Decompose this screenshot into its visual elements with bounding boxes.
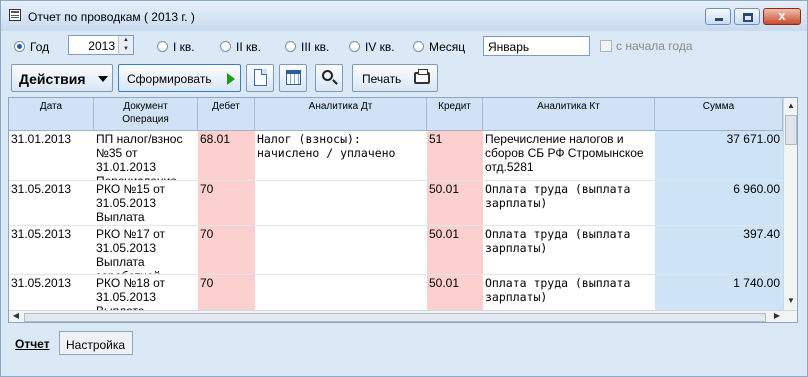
cell-sum: 1 740.00 bbox=[655, 275, 783, 310]
radio-q1-label[interactable]: I кв. bbox=[173, 40, 195, 54]
window-title: Отчет по проводкам ( 2013 г. ) bbox=[28, 10, 195, 24]
tab-settings[interactable]: Настройка bbox=[59, 331, 133, 355]
col-analytics-kt[interactable]: Аналитика Кт bbox=[483, 98, 655, 130]
cell-sum: 37 671.00 bbox=[655, 131, 783, 180]
radio-q4-label[interactable]: IV кв. bbox=[365, 40, 395, 54]
calendar-icon bbox=[286, 70, 301, 85]
cell-debit: 68.01 bbox=[198, 131, 255, 180]
printer-icon bbox=[414, 69, 430, 84]
radio-q4[interactable] bbox=[349, 41, 360, 52]
cell-debit: 70 bbox=[198, 226, 255, 274]
cell-analytics-dt bbox=[255, 181, 427, 225]
cell-date: 31.05.2013 bbox=[11, 276, 72, 290]
radio-month-label[interactable]: Месяц bbox=[429, 40, 465, 54]
cell-analytics-dt bbox=[255, 226, 427, 274]
close-icon: x bbox=[778, 8, 786, 23]
scroll-down-icon[interactable]: ▼ bbox=[784, 294, 797, 308]
actions-dropdown[interactable]: Действия bbox=[11, 64, 113, 92]
radio-q1[interactable] bbox=[157, 41, 168, 52]
col-analytics-dt[interactable]: Аналитика Дт bbox=[255, 98, 427, 130]
vertical-scroll-thumb[interactable] bbox=[785, 115, 797, 145]
minimize-button[interactable] bbox=[705, 8, 731, 25]
year-value: 2013 bbox=[88, 39, 115, 53]
horizontal-scroll-thumb[interactable] bbox=[24, 313, 766, 322]
cell-document: ПП налог/взнос №35 от 31.01.2013 Перечис… bbox=[96, 132, 183, 180]
cell-analytics-kt: Оплата труда (выплата зарплаты) bbox=[485, 182, 631, 210]
period-filter-bar: Год 2013 ▲ ▼ I кв. II кв. III кв. IV кв.… bbox=[1, 31, 807, 61]
cell-credit: 50.01 bbox=[427, 226, 483, 274]
cell-debit: 70 bbox=[198, 181, 255, 225]
cell-sum: 6 960.00 bbox=[655, 181, 783, 225]
app-icon bbox=[9, 9, 21, 21]
table-header: Дата Документ Операция Дебет Аналитика Д… bbox=[9, 98, 783, 131]
title-bar: Отчет по проводкам ( 2013 г. ) x bbox=[1, 1, 807, 31]
horizontal-scrollbar[interactable]: ◀ ▶ bbox=[9, 310, 797, 322]
actions-label: Действия bbox=[19, 71, 86, 87]
calendar-button[interactable] bbox=[279, 64, 307, 92]
col-date[interactable]: Дата bbox=[9, 98, 94, 130]
print-button[interactable]: Печать bbox=[352, 64, 438, 92]
radio-q2-label[interactable]: II кв. bbox=[236, 40, 261, 54]
from-start-checkbox[interactable] bbox=[600, 40, 612, 52]
cell-analytics-dt: Налог (взносы): начислено / уплачено bbox=[257, 132, 396, 160]
col-credit[interactable]: Кредит bbox=[427, 98, 483, 130]
close-button[interactable]: x bbox=[763, 8, 801, 25]
radio-year[interactable] bbox=[14, 41, 25, 52]
print-label: Печать bbox=[362, 72, 402, 86]
generate-button[interactable]: Сформировать bbox=[118, 64, 241, 92]
radio-q3-label[interactable]: III кв. bbox=[301, 40, 329, 54]
year-up-arrow-icon[interactable]: ▲ bbox=[118, 36, 133, 45]
table-row[interactable]: 31.01.2013 ПП налог/взнос №35 от 31.01.2… bbox=[9, 131, 783, 181]
year-stepper[interactable]: 2013 ▲ ▼ bbox=[68, 35, 134, 55]
cell-sum: 397.40 bbox=[655, 226, 783, 274]
year-down-arrow-icon[interactable]: ▼ bbox=[118, 45, 133, 54]
radio-q2[interactable] bbox=[220, 41, 231, 52]
toolbar: Действия Сформировать Печать bbox=[9, 64, 799, 94]
cell-document: РКО №18 от 31.05.2013 Выплата bbox=[96, 276, 165, 310]
cell-analytics-dt bbox=[255, 275, 427, 310]
chevron-down-icon bbox=[98, 76, 108, 82]
cell-analytics-kt: Оплата труда (выплата зарплаты) bbox=[485, 227, 631, 255]
vertical-scrollbar[interactable]: ▲ ▼ bbox=[783, 98, 797, 310]
cell-date: 31.05.2013 bbox=[11, 227, 72, 241]
month-field[interactable]: Январь bbox=[483, 36, 590, 56]
table-row[interactable]: 31.05.2013 РКО №17 от 31.05.2013 Выплата… bbox=[9, 226, 783, 275]
col-document[interactable]: Документ Операция bbox=[94, 98, 198, 130]
cell-date: 31.01.2013 bbox=[11, 132, 72, 146]
new-document-button[interactable] bbox=[246, 64, 274, 92]
search-button[interactable] bbox=[315, 64, 343, 92]
cell-document: РКО №17 от 31.05.2013 Выплата заработной bbox=[96, 227, 165, 274]
radio-year-label[interactable]: Год bbox=[30, 40, 49, 54]
scroll-up-icon[interactable]: ▲ bbox=[784, 99, 797, 113]
tab-report[interactable]: Отчет bbox=[9, 331, 57, 355]
report-window: Отчет по проводкам ( 2013 г. ) x Год 201… bbox=[0, 0, 808, 377]
cell-analytics-kt: Оплата труда (выплата зарплаты) bbox=[485, 276, 631, 304]
cell-date: 31.05.2013 bbox=[11, 182, 72, 196]
radio-month[interactable] bbox=[413, 41, 424, 52]
bottom-tabs: Отчет Настройка bbox=[1, 327, 807, 357]
search-icon bbox=[322, 70, 333, 81]
postings-table: Дата Документ Операция Дебет Аналитика Д… bbox=[8, 97, 798, 323]
scroll-left-icon[interactable]: ◀ bbox=[9, 310, 23, 322]
scroll-right-icon[interactable]: ▶ bbox=[770, 310, 784, 322]
col-debit[interactable]: Дебет bbox=[198, 98, 255, 130]
from-start-label: с начала года bbox=[616, 39, 693, 53]
cell-credit: 50.01 bbox=[427, 181, 483, 225]
play-icon bbox=[227, 73, 235, 85]
cell-credit: 50.01 bbox=[427, 275, 483, 310]
cell-debit: 70 bbox=[198, 275, 255, 310]
table-row[interactable]: 31.05.2013 РКО №15 от 31.05.2013 Выплата… bbox=[9, 181, 783, 226]
col-sum[interactable]: Сумма bbox=[655, 98, 783, 130]
cell-document: РКО №15 от 31.05.2013 Выплата bbox=[96, 182, 165, 224]
maximize-button[interactable] bbox=[734, 8, 760, 25]
cell-analytics-kt: Перечисление налогов и сборов СБ РФ Стро… bbox=[485, 132, 644, 174]
table-row[interactable]: 31.05.2013 РКО №18 от 31.05.2013 Выплата… bbox=[9, 275, 783, 310]
cell-credit: 51 bbox=[427, 131, 483, 180]
document-icon bbox=[254, 69, 267, 86]
radio-q3[interactable] bbox=[285, 41, 296, 52]
generate-label: Сформировать bbox=[127, 72, 212, 86]
